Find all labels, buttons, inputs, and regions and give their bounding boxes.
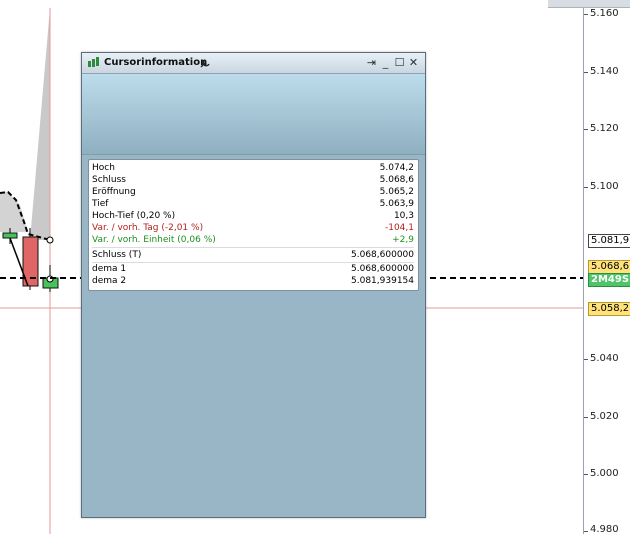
row-value: 5.081,939154 xyxy=(351,276,414,286)
row-label: Schluss (T) xyxy=(92,250,142,260)
indicator-area xyxy=(30,8,50,240)
window-header-band xyxy=(82,74,425,155)
close-icon[interactable]: ✕ xyxy=(407,56,420,69)
row-label: Schluss xyxy=(92,175,126,185)
close-price-tag: 5.068,6 xyxy=(588,260,630,274)
axis-label: 5.020 xyxy=(590,411,619,422)
info-row: dema 1 5.068,600000 xyxy=(92,263,414,275)
window-titlebar[interactable]: Cursorinformation ⇥ _ ☐ ✕ xyxy=(82,53,425,74)
info-row: Hoch 5.074,2 xyxy=(92,162,414,174)
axis-label: 5.120 xyxy=(590,123,619,134)
axis-label: 5.040 xyxy=(590,353,619,364)
row-value: 5.065,2 xyxy=(379,187,414,197)
info-row: Schluss (T) 5.068,600000 xyxy=(92,249,414,261)
row-value: 5.068,600000 xyxy=(351,250,414,260)
info-row: Var. / vorh. Tag (-2,01 %) -104,1 xyxy=(92,222,414,234)
dema-2-price-tag: 5.081,9 xyxy=(588,234,630,248)
row-label: Var. / vorh. Tag (-2,01 %) xyxy=(92,223,204,233)
info-row: dema 2 5.081,939154 xyxy=(92,275,414,287)
row-label: Eröffnung xyxy=(92,187,136,197)
row-value: 5.068,600000 xyxy=(351,264,414,274)
axis-label: 5.160 xyxy=(590,8,619,19)
row-value: 5.063,9 xyxy=(379,199,414,209)
info-row: Tief 5.063,9 xyxy=(92,198,414,210)
toolbar-strip xyxy=(548,0,630,8)
row-label: Tief xyxy=(92,199,109,209)
row-value: +2,9 xyxy=(392,235,414,245)
row-label: Hoch-Tief (0,20 %) xyxy=(92,211,176,221)
candle-1 xyxy=(2,232,18,239)
cursor-info-window[interactable]: Cursorinformation ⇥ _ ☐ ✕ Hoch 5.074,2 S… xyxy=(81,52,426,518)
info-panel: Hoch 5.074,2 Schluss 5.068,6 Eröffnung 5… xyxy=(88,159,419,291)
divider xyxy=(92,247,414,248)
maximize-icon[interactable]: ☐ xyxy=(393,56,406,69)
row-label: Hoch xyxy=(92,163,115,173)
minimize-icon[interactable]: _ xyxy=(379,56,392,69)
axis-label: 5.140 xyxy=(590,66,619,77)
row-label: dema 1 xyxy=(92,264,127,274)
info-row: Schluss 5.068,6 xyxy=(92,174,414,186)
cursor-price-tag: 5.058,2 xyxy=(588,302,630,316)
price-axis[interactable]: 5.160 5.140 5.120 5.100 5.081,9 5.068,6 … xyxy=(583,0,630,535)
row-label: Var. / vorh. Einheit (0,06 %) xyxy=(92,235,216,245)
row-value: 5.074,2 xyxy=(379,163,414,173)
row-value: -104,1 xyxy=(384,223,414,233)
axis-label: 5.000 xyxy=(590,468,619,479)
cursor-point xyxy=(46,236,54,244)
info-row: Eröffnung 5.065,2 xyxy=(92,186,414,198)
axis-label: 4.980 xyxy=(590,524,619,535)
row-value: 10,3 xyxy=(393,211,414,221)
window-title: Cursorinformation xyxy=(104,57,208,68)
info-row: Hoch-Tief (0,20 %) 10,3 xyxy=(92,210,414,222)
row-label: dema 2 xyxy=(92,276,127,286)
countdown-tag: 2M49S xyxy=(588,273,630,287)
pin-icon[interactable]: ⇥ xyxy=(365,56,378,69)
row-value: 5.068,6 xyxy=(379,175,414,185)
info-row: Var. / vorh. Einheit (0,06 %) +2,9 xyxy=(92,234,414,246)
axis-label: 5.100 xyxy=(590,181,619,192)
candles-icon xyxy=(88,57,99,67)
wrench-icon[interactable] xyxy=(199,58,211,69)
